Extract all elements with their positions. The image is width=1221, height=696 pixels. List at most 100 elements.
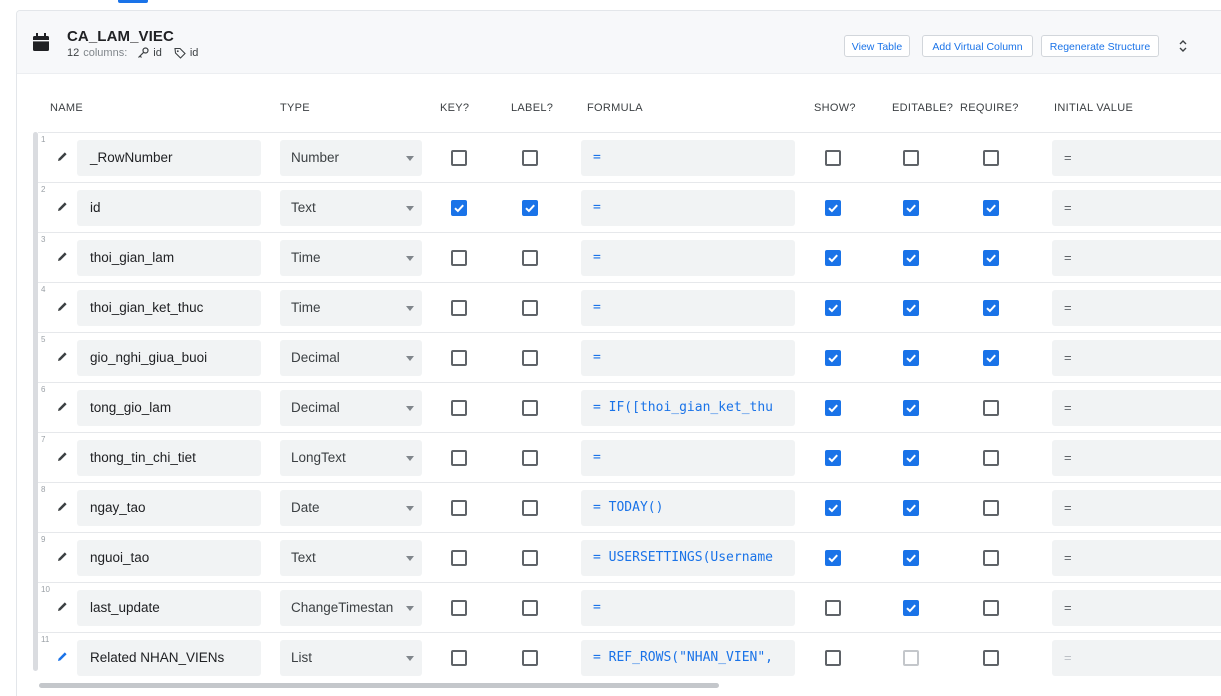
key-checkbox[interactable] (451, 250, 467, 266)
editable-checkbox[interactable] (903, 500, 919, 516)
key-checkbox[interactable] (451, 350, 467, 366)
show-checkbox[interactable] (825, 150, 841, 166)
formula-field[interactable]: = (581, 240, 795, 276)
edit-column-pencil-icon[interactable] (55, 550, 69, 564)
column-type-select[interactable]: Time (280, 240, 422, 276)
view-table-button[interactable]: View Table (844, 35, 910, 57)
edit-column-pencil-icon[interactable] (55, 300, 69, 314)
require-checkbox[interactable] (983, 550, 999, 566)
show-checkbox[interactable] (825, 300, 841, 316)
show-checkbox[interactable] (825, 550, 841, 566)
key-checkbox[interactable] (451, 550, 467, 566)
initial-value-field[interactable]: = (1052, 290, 1221, 326)
editable-checkbox[interactable] (903, 300, 919, 316)
key-checkbox[interactable] (451, 450, 467, 466)
editable-checkbox[interactable] (903, 450, 919, 466)
column-name-field[interactable]: id (77, 190, 261, 226)
initial-value-field[interactable]: = (1052, 340, 1221, 376)
edit-column-pencil-icon[interactable] (55, 600, 69, 614)
initial-value-field[interactable]: = (1052, 440, 1221, 476)
key-checkbox[interactable] (451, 600, 467, 616)
edit-column-pencil-icon[interactable] (55, 200, 69, 214)
label-checkbox[interactable] (522, 300, 538, 316)
key-checkbox[interactable] (451, 200, 467, 216)
formula-field[interactable]: = (581, 290, 795, 326)
edit-column-pencil-icon[interactable] (55, 500, 69, 514)
column-name-field[interactable]: nguoi_tao (77, 540, 261, 576)
formula-field[interactable]: = (581, 340, 795, 376)
column-name-field[interactable]: gio_nghi_giua_buoi (77, 340, 261, 376)
edit-column-pencil-icon[interactable] (55, 400, 69, 414)
editable-checkbox[interactable] (903, 350, 919, 366)
require-checkbox[interactable] (983, 250, 999, 266)
edit-column-pencil-icon[interactable] (55, 650, 69, 664)
formula-field[interactable]: = TODAY() (581, 490, 795, 526)
label-checkbox[interactable] (522, 650, 538, 666)
column-type-select[interactable]: ChangeTimestan (280, 590, 422, 626)
formula-field[interactable]: = (581, 590, 795, 626)
formula-field[interactable]: = (581, 140, 795, 176)
show-checkbox[interactable] (825, 600, 841, 616)
column-type-select[interactable]: Decimal (280, 340, 422, 376)
show-checkbox[interactable] (825, 200, 841, 216)
show-checkbox[interactable] (825, 250, 841, 266)
require-checkbox[interactable] (983, 350, 999, 366)
label-checkbox[interactable] (522, 450, 538, 466)
column-type-select[interactable]: Date (280, 490, 422, 526)
initial-value-field[interactable]: = (1052, 390, 1221, 426)
require-checkbox[interactable] (983, 500, 999, 516)
formula-field[interactable]: = (581, 190, 795, 226)
horizontal-scrollbar[interactable] (39, 683, 719, 688)
require-checkbox[interactable] (983, 150, 999, 166)
key-checkbox[interactable] (451, 500, 467, 516)
formula-field[interactable]: = (581, 440, 795, 476)
initial-value-field[interactable]: = (1052, 490, 1221, 526)
initial-value-field[interactable]: = (1052, 190, 1221, 226)
initial-value-field[interactable]: = (1052, 540, 1221, 576)
formula-field[interactable]: = USERSETTINGS(Username (581, 540, 795, 576)
collapse-expand-icon[interactable] (1177, 38, 1189, 54)
edit-column-pencil-icon[interactable] (55, 350, 69, 364)
require-checkbox[interactable] (983, 450, 999, 466)
label-checkbox[interactable] (522, 350, 538, 366)
label-checkbox[interactable] (522, 550, 538, 566)
editable-checkbox[interactable] (903, 150, 919, 166)
column-name-field[interactable]: thong_tin_chi_tiet (77, 440, 261, 476)
formula-field[interactable]: = IF([thoi_gian_ket_thu (581, 390, 795, 426)
regenerate-structure-button[interactable]: Regenerate Structure (1041, 35, 1159, 57)
edit-column-pencil-icon[interactable] (55, 150, 69, 164)
formula-field[interactable]: = REF_ROWS("NHAN_VIEN", (581, 640, 795, 676)
column-type-select[interactable]: List (280, 640, 422, 676)
show-checkbox[interactable] (825, 450, 841, 466)
initial-value-field[interactable]: = (1052, 640, 1221, 676)
add-virtual-column-button[interactable]: Add Virtual Column (922, 35, 1033, 57)
label-checkbox[interactable] (522, 500, 538, 516)
key-checkbox[interactable] (451, 650, 467, 666)
initial-value-field[interactable]: = (1052, 140, 1221, 176)
label-checkbox[interactable] (522, 400, 538, 416)
column-type-select[interactable]: LongText (280, 440, 422, 476)
edit-column-pencil-icon[interactable] (55, 450, 69, 464)
column-type-select[interactable]: Text (280, 190, 422, 226)
label-checkbox[interactable] (522, 600, 538, 616)
column-name-field[interactable]: Related NHAN_VIENs (77, 640, 261, 676)
key-checkbox[interactable] (451, 150, 467, 166)
column-type-select[interactable]: Text (280, 540, 422, 576)
editable-checkbox[interactable] (903, 650, 919, 666)
column-name-field[interactable]: last_update (77, 590, 261, 626)
column-type-select[interactable]: Time (280, 290, 422, 326)
editable-checkbox[interactable] (903, 550, 919, 566)
initial-value-field[interactable]: = (1052, 240, 1221, 276)
key-checkbox[interactable] (451, 400, 467, 416)
label-checkbox[interactable] (522, 250, 538, 266)
require-checkbox[interactable] (983, 400, 999, 416)
require-checkbox[interactable] (983, 600, 999, 616)
require-checkbox[interactable] (983, 650, 999, 666)
column-name-field[interactable]: thoi_gian_lam (77, 240, 261, 276)
editable-checkbox[interactable] (903, 250, 919, 266)
require-checkbox[interactable] (983, 300, 999, 316)
editable-checkbox[interactable] (903, 400, 919, 416)
show-checkbox[interactable] (825, 500, 841, 516)
column-name-field[interactable]: tong_gio_lam (77, 390, 261, 426)
show-checkbox[interactable] (825, 350, 841, 366)
